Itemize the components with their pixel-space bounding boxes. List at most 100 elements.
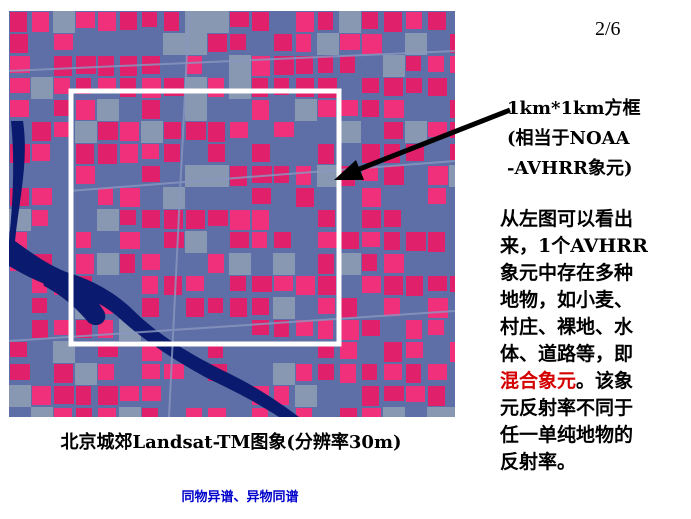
- field-parcel: [406, 144, 424, 161]
- field-parcel: [164, 144, 180, 162]
- field-parcel: [186, 56, 202, 74]
- field-parcel: [384, 12, 402, 32]
- field-parcel: [428, 78, 447, 96]
- field-parcel: [252, 78, 268, 97]
- field-parcel: [252, 188, 271, 204]
- field-parcel: [98, 122, 118, 140]
- field-parcel: [296, 34, 311, 52]
- bare-patch: [449, 407, 455, 417]
- field-parcel: [120, 188, 140, 207]
- field-parcel: [318, 144, 334, 164]
- field-parcel: [54, 408, 72, 417]
- field-parcel: [362, 78, 379, 93]
- field-parcel: [76, 144, 94, 164]
- field-parcel: [10, 34, 28, 53]
- field-parcel: [362, 210, 381, 228]
- field-parcel: [384, 78, 403, 96]
- field-parcel: [450, 276, 455, 292]
- page-number: 2/6: [595, 18, 621, 40]
- field-parcel: [340, 320, 359, 340]
- field-parcel: [32, 122, 51, 141]
- field-parcel: [296, 408, 312, 417]
- field-parcel: [186, 298, 204, 317]
- field-parcel: [32, 320, 48, 338]
- bare-patch: [97, 99, 119, 121]
- field-parcel: [340, 364, 356, 383]
- field-parcel: [230, 298, 247, 317]
- field-parcel: [98, 12, 116, 31]
- field-parcel: [98, 364, 114, 380]
- field-parcel: [120, 386, 139, 401]
- field-parcel: [274, 276, 293, 291]
- field-parcel: [318, 232, 338, 248]
- field-parcel: [340, 34, 360, 50]
- field-parcel: [186, 276, 204, 291]
- field-parcel: [252, 210, 269, 230]
- bare-patch: [97, 253, 119, 275]
- bare-patch: [273, 253, 295, 275]
- field-parcel: [142, 364, 160, 379]
- field-parcel: [208, 122, 225, 142]
- field-parcel: [384, 298, 400, 316]
- field-parcel: [252, 232, 267, 248]
- field-parcel: [296, 78, 314, 97]
- field-parcel: [362, 320, 380, 336]
- bare-patch: [383, 55, 405, 77]
- field-parcel: [340, 342, 357, 359]
- bare-patch: [449, 165, 455, 187]
- field-parcel: [362, 276, 381, 293]
- bare-patch: [427, 407, 449, 417]
- field-parcel: [120, 210, 136, 225]
- field-parcel: [384, 364, 402, 380]
- field-parcel: [428, 364, 447, 380]
- field-parcel: [340, 100, 358, 116]
- field-parcel: [10, 12, 27, 32]
- field-parcel: [208, 34, 227, 52]
- field-parcel: [142, 210, 160, 228]
- field-parcel: [54, 34, 73, 50]
- bare-patch: [229, 253, 251, 275]
- field-parcel: [32, 12, 49, 32]
- field-parcel: [318, 298, 335, 314]
- field-parcel: [362, 386, 379, 406]
- field-parcel: [76, 408, 92, 417]
- field-parcel: [120, 12, 137, 30]
- field-parcel: [274, 34, 292, 51]
- field-parcel: [428, 232, 445, 252]
- field-parcel: [318, 12, 333, 30]
- bare-patch: [273, 363, 295, 385]
- callout-label: 1km*1km方框 (相当于NOAA -AVHRR象元): [507, 94, 687, 184]
- field-parcel: [120, 232, 140, 249]
- field-parcel: [98, 144, 117, 164]
- field-parcel: [428, 56, 444, 72]
- field-parcel: [186, 122, 206, 140]
- field-parcel: [252, 408, 268, 417]
- field-parcel: [54, 56, 72, 76]
- bare-patch: [163, 187, 185, 209]
- field-parcel: [142, 166, 160, 182]
- field-parcel: [32, 386, 51, 405]
- field-parcel: [362, 408, 381, 417]
- field-parcel: [54, 364, 73, 383]
- field-parcel: [76, 100, 95, 120]
- field-parcel: [428, 166, 448, 185]
- bare-patch: [185, 165, 207, 187]
- field-parcel: [384, 254, 404, 273]
- field-parcel: [406, 12, 422, 29]
- satellite-image-graphic: [9, 11, 455, 417]
- field-parcel: [76, 254, 94, 274]
- field-parcel: [164, 276, 182, 295]
- field-parcel: [406, 56, 421, 71]
- field-parcel: [384, 276, 403, 295]
- field-parcel: [318, 276, 336, 295]
- field-parcel: [362, 254, 377, 271]
- callout-line: (相当于NOAA: [507, 128, 630, 149]
- field-parcel: [32, 144, 50, 161]
- field-parcel: [318, 254, 334, 274]
- field-parcel: [186, 210, 205, 229]
- field-parcel: [318, 78, 337, 98]
- bare-patch: [163, 33, 185, 55]
- field-parcel: [76, 386, 91, 405]
- bare-patch: [141, 121, 163, 143]
- bare-patch: [53, 11, 75, 33]
